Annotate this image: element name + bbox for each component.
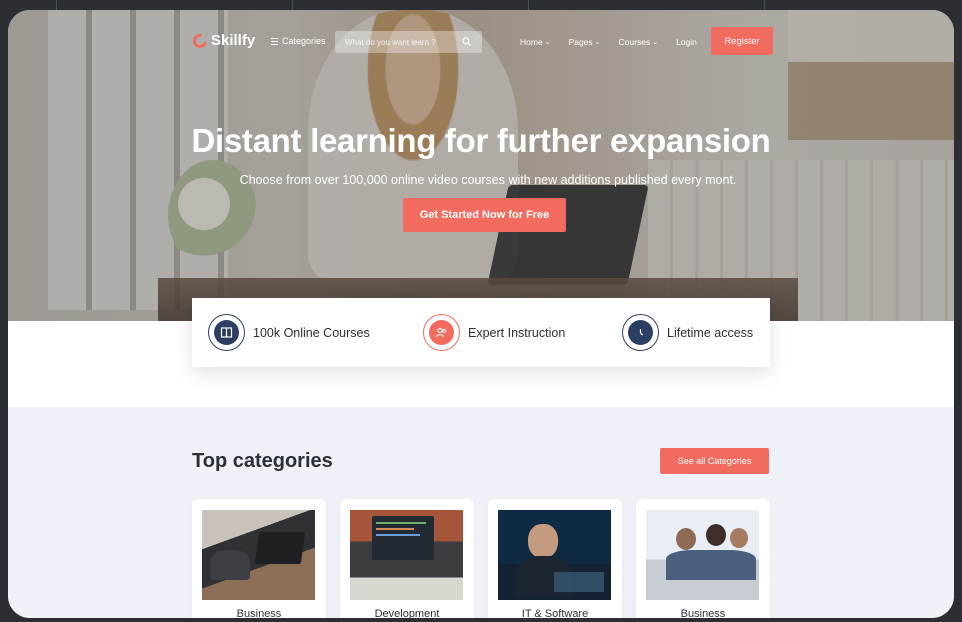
category-image — [646, 510, 759, 600]
feature-label: Lifetime access — [667, 325, 754, 340]
top-nav: Skillfy Categories Home ⌄ Pages — [8, 10, 954, 74]
category-card-development[interactable]: Development — [340, 499, 474, 618]
categories-menu[interactable]: Categories — [271, 36, 326, 46]
category-image — [350, 510, 463, 600]
chevron-down-icon: ⌄ — [594, 39, 601, 46]
categories-section — [8, 407, 954, 618]
nav-link-courses[interactable]: Courses ⌄ — [619, 37, 659, 47]
nav-link-pages-label: Pages — [568, 37, 593, 47]
category-card-business[interactable]: Business — [192, 499, 326, 618]
feature-label: 100k Online Courses — [253, 325, 370, 340]
category-card-business-2[interactable]: Business — [636, 499, 770, 618]
chevron-down-icon: ⌄ — [652, 39, 659, 46]
categories-label: Categories — [282, 36, 326, 46]
chevron-down-icon: ⌄ — [544, 39, 551, 46]
register-button[interactable]: Register — [711, 27, 773, 55]
get-started-button[interactable]: Get Started Now for Free — [403, 198, 566, 232]
feature-lifetime: Lifetime access — [622, 314, 753, 351]
feature-icon-ring — [423, 314, 460, 351]
categories-title: Top categories — [192, 450, 333, 472]
see-all-categories-button[interactable]: See all Categories — [660, 448, 769, 474]
nav-link-login[interactable]: Login — [676, 37, 697, 47]
logo-text: Skillfy — [211, 32, 256, 49]
logo[interactable]: Skillfy — [190, 30, 256, 51]
features-card: 100k Online Courses Expert Instruction L… — [192, 298, 770, 367]
category-image — [202, 510, 315, 600]
users-icon — [429, 320, 454, 345]
nav-link-home-label: Home — [520, 37, 543, 47]
nav-link-courses-label: Courses — [618, 37, 651, 47]
logo-icon — [190, 30, 210, 51]
search-input[interactable] — [335, 37, 453, 47]
feature-label: Expert Instruction — [468, 325, 566, 340]
book-icon — [214, 320, 239, 345]
feature-icon-ring — [208, 314, 245, 351]
search-bar — [335, 31, 482, 53]
feature-icon-ring — [622, 314, 659, 351]
menu-icon — [271, 37, 278, 45]
feature-courses: 100k Online Courses — [208, 314, 370, 351]
nav-links: Home ⌄ Pages ⌄ Courses ⌄ Login — [520, 37, 715, 47]
clock-icon — [628, 320, 653, 345]
nav-link-pages[interactable]: Pages ⌄ — [569, 37, 601, 47]
hero-section: Skillfy Categories Home ⌄ Pages — [8, 10, 954, 321]
category-image — [498, 510, 611, 600]
category-label: IT & Software — [521, 608, 589, 618]
category-label: Business — [236, 608, 282, 618]
feature-instruction: Expert Instruction — [423, 314, 565, 351]
search-icon[interactable] — [462, 37, 471, 46]
nav-link-login-label: Login — [676, 37, 697, 47]
category-label: Development — [374, 608, 440, 618]
category-label: Business — [680, 608, 726, 618]
browser-window: Skillfy Categories Home ⌄ Pages — [8, 10, 954, 618]
nav-link-home[interactable]: Home ⌄ — [520, 37, 551, 47]
hero-subtitle: Choose from over 100,000 online video co… — [239, 173, 737, 187]
category-card-it-software[interactable]: IT & Software — [488, 499, 622, 618]
hero-title: Distant learning for further expansion — [191, 122, 771, 159]
